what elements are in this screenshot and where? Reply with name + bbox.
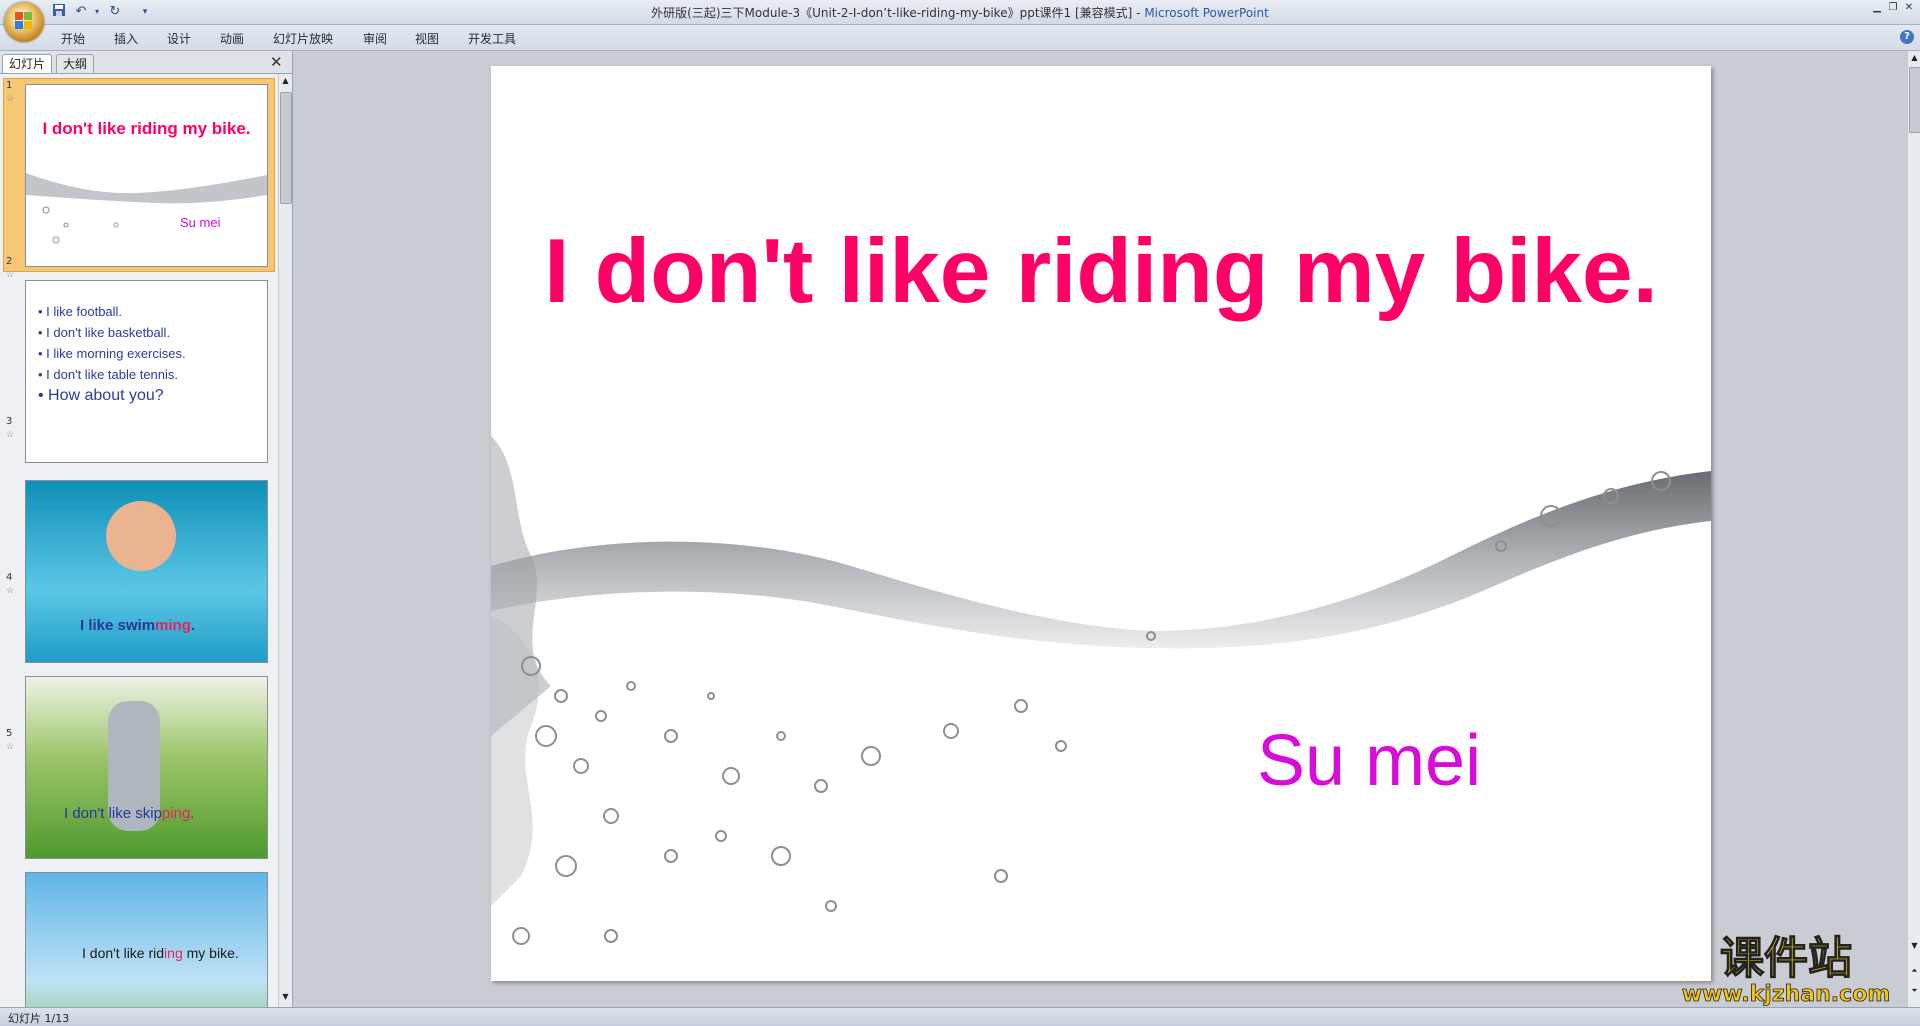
scroll-down-icon[interactable]: ▼	[1909, 941, 1920, 950]
help-icon[interactable]: ?	[1900, 30, 1914, 44]
tab-view[interactable]: 视图	[415, 30, 439, 47]
transition-star-icon: ☆	[6, 270, 15, 280]
tab-outline[interactable]: 大纲	[56, 54, 95, 73]
water-splash-image	[491, 436, 1711, 945]
swimming-child-image	[106, 501, 176, 571]
slide-thumbnail-5[interactable]: I don't like riding my bike.	[25, 872, 268, 1007]
transition-star-icon: ☆	[6, 430, 15, 440]
watermark-logo-text: 课件站	[1720, 933, 1852, 984]
slide-scrollbar[interactable]: ▲ ▼ ⏶ ⏷	[1907, 51, 1920, 1007]
scroll-up-icon[interactable]: ▲	[1909, 53, 1920, 62]
next-slide-icon[interactable]: ⏷	[1909, 986, 1920, 996]
scroll-thumb[interactable]	[1909, 67, 1920, 133]
thumbnail-caption: I don't like riding my bike.	[82, 945, 239, 961]
tab-animations[interactable]: 动画	[220, 30, 244, 47]
thumbnail-number: 4	[6, 572, 13, 583]
title-bar: ↶ ▾ ↻ ▾ 外研版(三起)三下Module-3《Unit-2-I-don’t…	[0, 0, 1920, 25]
ribbon-tab-bar: 开始 插入 设计 动画 幻灯片放映 审阅 视图 开发工具 ?	[0, 25, 1920, 51]
thumbnail-number: 5	[6, 728, 13, 739]
watermark-url-text: www.kjzhan.com	[1682, 982, 1891, 1007]
window-title: 外研版(三起)三下Module-3《Unit-2-I-don’t-like-ri…	[0, 4, 1920, 21]
thumbnail-number: 1	[6, 80, 13, 91]
thumbnail-title: I don't like riding my bike.	[42, 119, 251, 138]
close-window-icon[interactable]: ✕	[1902, 2, 1916, 14]
slide-thumbnail-3[interactable]: I like swimming.	[25, 480, 268, 663]
tab-review[interactable]: 审阅	[363, 30, 387, 47]
thumbnail-caption: I like swimming.	[80, 617, 196, 634]
pane-tabs: 幻灯片 大纲 ✕	[0, 51, 292, 74]
title-separator: -	[1132, 6, 1145, 20]
close-pane-icon[interactable]: ✕	[270, 53, 283, 71]
thumbnail-bullet: • How about you?	[38, 387, 164, 404]
transition-star-icon: ☆	[6, 586, 15, 596]
tab-developer[interactable]: 开发工具	[468, 30, 516, 47]
scroll-up-icon[interactable]: ▲	[280, 76, 291, 86]
thumbnail-list: 1 ☆ I don't like riding my bike. Su mei …	[0, 74, 278, 1007]
thumbnail-scrollbar[interactable]: ▲ ▼	[278, 74, 292, 1007]
scroll-thumb[interactable]	[280, 92, 292, 204]
slide-subtitle[interactable]: Su mei	[1257, 720, 1481, 802]
thumbnail-number: 2	[6, 256, 13, 267]
slide-thumbnail-2[interactable]: • I like football. • I don't like basket…	[25, 280, 268, 463]
thumbnail-number: 3	[6, 416, 13, 427]
slides-pane: 幻灯片 大纲 ✕ 1 ☆ I don't like riding my bike…	[0, 51, 293, 1007]
scroll-down-icon[interactable]: ▼	[280, 992, 291, 1002]
office-button[interactable]	[4, 2, 44, 42]
thumbnail-bullet: • I don't like table tennis.	[38, 367, 179, 382]
app-name: Microsoft PowerPoint	[1144, 6, 1269, 20]
tab-home[interactable]: 开始	[61, 30, 85, 47]
thumbnail-caption: I don't like skipping.	[64, 805, 195, 822]
minimize-icon[interactable]: ▁	[1870, 2, 1884, 14]
status-bar: 幻灯片 1/13	[0, 1007, 1920, 1026]
slide-title[interactable]: I don't like riding my bike.	[491, 220, 1711, 324]
thumbnail-subtitle: Su mei	[180, 215, 221, 230]
thumbnail-bullet: • I like morning exercises.	[38, 346, 186, 361]
watermark-logo: 课件站 www.kjzhan.com	[1681, 932, 1891, 1007]
water-splash-image	[26, 173, 267, 244]
transition-star-icon: ☆	[6, 742, 15, 752]
current-slide[interactable]: I don't like riding my bike. Su mei	[491, 66, 1711, 981]
tab-slideshow[interactable]: 幻灯片放映	[273, 30, 333, 47]
slide-thumbnail-1[interactable]: I don't like riding my bike. Su mei	[25, 84, 268, 267]
slide-counter: 幻灯片 1/13	[8, 1012, 70, 1025]
tab-insert[interactable]: 插入	[114, 30, 138, 47]
restore-icon[interactable]: ❐	[1886, 2, 1900, 14]
slide-thumbnail-4[interactable]: I don't like skipping.	[25, 676, 268, 859]
previous-slide-icon[interactable]: ⏶	[1909, 966, 1920, 976]
thumbnail-bullet: • I don't like basketball.	[38, 325, 171, 340]
transition-star-icon: ☆	[6, 94, 15, 104]
thumbnail-bullet: • I like football.	[38, 304, 123, 319]
tab-design[interactable]: 设计	[167, 30, 191, 47]
document-name: 外研版(三起)三下Module-3《Unit-2-I-don’t-like-ri…	[651, 6, 1133, 20]
office-logo-icon	[15, 12, 33, 30]
tab-slides[interactable]: 幻灯片	[2, 54, 53, 73]
